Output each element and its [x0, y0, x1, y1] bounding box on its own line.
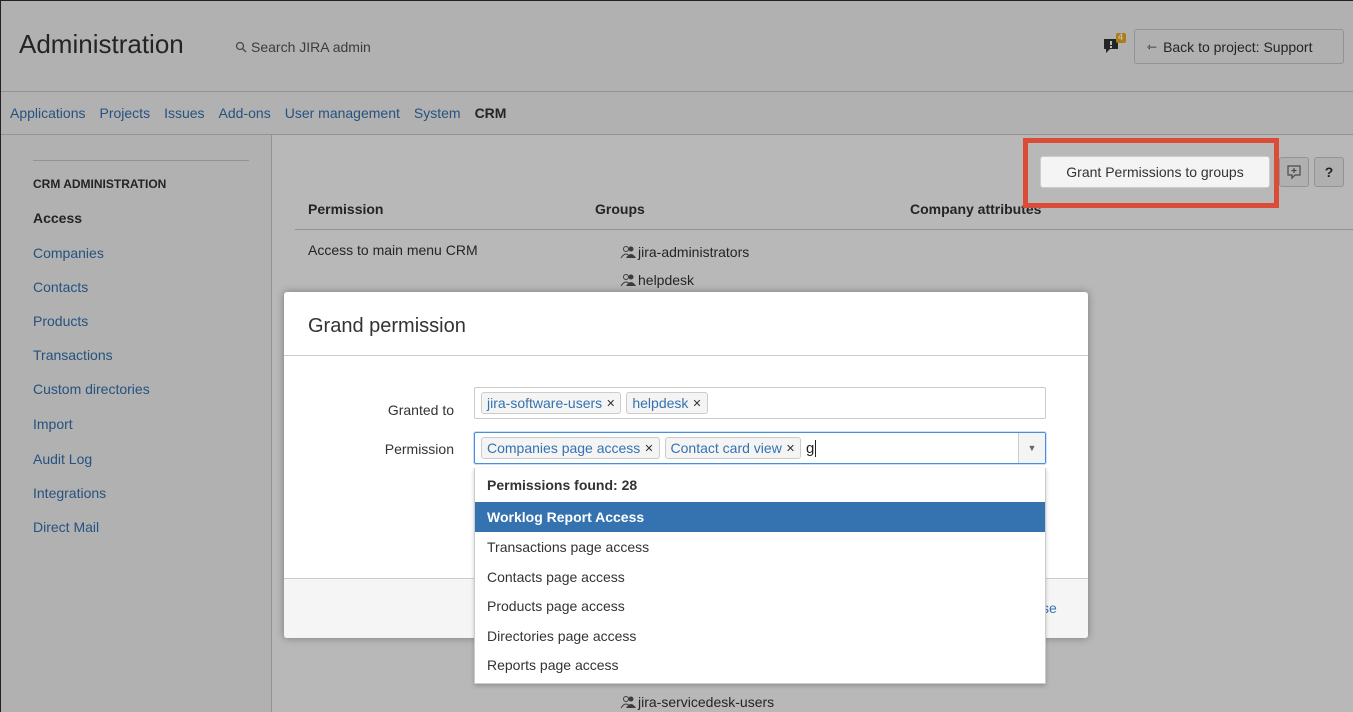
granted-to-field[interactable]: jira-software-users ✕ helpdesk ✕ [474, 387, 1046, 419]
permission-search-input[interactable]: g [806, 439, 817, 457]
suggestion-item[interactable]: Worklog Report Access [475, 502, 1045, 532]
suggestion-item[interactable]: Products page access [475, 591, 1045, 621]
results-count: Permissions found: 28 [487, 477, 638, 493]
chevron-down-icon: ▼ [1027, 443, 1037, 453]
granted-to-label: Granted to [387, 402, 454, 418]
permission-tag[interactable]: Companies page access ✕ [481, 437, 660, 459]
modal-overlay [1, 1, 1353, 135]
dialog-title: Grand permission [308, 315, 466, 337]
group-tag-label: helpdesk [632, 395, 689, 411]
suggestion-item[interactable]: Transactions page access [475, 532, 1045, 562]
permission-suggestions: Permissions found: 28 Worklog Report Acc… [474, 468, 1046, 684]
group-tag[interactable]: jira-software-users ✕ [481, 392, 622, 414]
text-caret [815, 439, 817, 457]
dialog-divider [284, 355, 1088, 356]
permission-label: Permission [384, 441, 454, 457]
typed-text: g [806, 439, 815, 457]
remove-tag-icon[interactable]: ✕ [786, 442, 795, 455]
suggestion-item[interactable]: Contacts page access [475, 562, 1045, 592]
permission-tag-label: Companies page access [487, 440, 641, 456]
dropdown-toggle[interactable]: ▼ [1018, 433, 1045, 463]
suggestion-item[interactable]: Directories page access [475, 621, 1045, 651]
group-tag-label: jira-software-users [487, 395, 603, 411]
group-tag[interactable]: helpdesk ✕ [626, 392, 708, 414]
permission-tag-label: Contact card view [670, 440, 782, 456]
remove-tag-icon[interactable]: ✕ [606, 397, 615, 410]
remove-tag-icon[interactable]: ✕ [692, 397, 701, 410]
remove-tag-icon[interactable]: ✕ [644, 442, 653, 455]
suggestion-item[interactable]: Reports page access [475, 650, 1045, 680]
permission-field[interactable]: Companies page access ✕ Contact card vie… [474, 432, 1046, 464]
highlight-box [1023, 138, 1279, 208]
modal-overlay [1, 135, 273, 712]
permission-tag[interactable]: Contact card view ✕ [664, 437, 802, 459]
